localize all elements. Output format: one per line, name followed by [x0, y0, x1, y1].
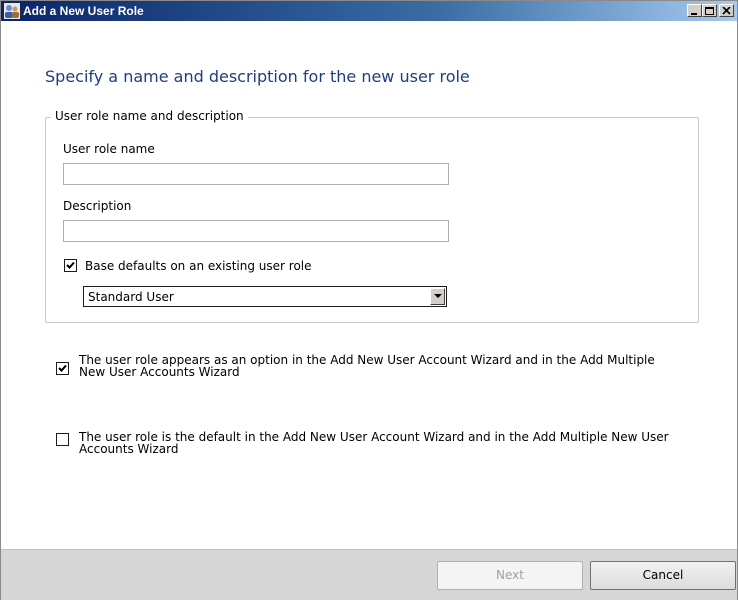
is-default-checkbox[interactable]	[56, 433, 69, 446]
appears-as-option-line2: New User Accounts Wizard	[79, 365, 240, 379]
dropdown-button[interactable]	[430, 288, 445, 305]
maximize-button[interactable]	[702, 4, 717, 17]
user-role-name-label: User role name	[63, 142, 155, 156]
appears-as-option-checkbox[interactable]	[56, 362, 69, 375]
next-button[interactable]: Next	[437, 561, 583, 590]
users-icon	[4, 3, 20, 19]
checkmark-icon	[58, 364, 67, 372]
checkmark-icon	[66, 261, 75, 269]
is-default-line2: Accounts Wizard	[79, 442, 179, 456]
cancel-button[interactable]: Cancel	[590, 561, 736, 590]
window-title: Add a New User Role	[23, 4, 144, 18]
user-role-select-value: Standard User	[88, 290, 174, 304]
base-defaults-label: Base defaults on an existing user role	[85, 259, 312, 273]
minimize-icon	[691, 13, 697, 15]
chevron-down-icon	[434, 294, 442, 298]
is-default-label: The user role is the default in the Add …	[79, 431, 709, 455]
close-icon	[722, 7, 731, 15]
description-label: Description	[63, 199, 132, 213]
appears-as-option-label: The user role appears as an option in th…	[79, 354, 709, 378]
page-title: Specify a name and description for the n…	[45, 67, 470, 86]
group-legend: User role name and description	[51, 109, 248, 123]
maximize-icon	[705, 7, 714, 15]
description-input[interactable]	[63, 220, 449, 242]
close-button[interactable]	[719, 4, 734, 17]
title-bar[interactable]: Add a New User Role	[1, 1, 737, 21]
dialog-window: Add a New User Role Specify a name and d…	[0, 0, 738, 600]
minimize-button[interactable]	[687, 4, 702, 17]
base-defaults-checkbox[interactable]	[64, 259, 77, 272]
user-role-select[interactable]: Standard User	[83, 286, 447, 307]
user-role-name-input[interactable]	[63, 163, 449, 185]
